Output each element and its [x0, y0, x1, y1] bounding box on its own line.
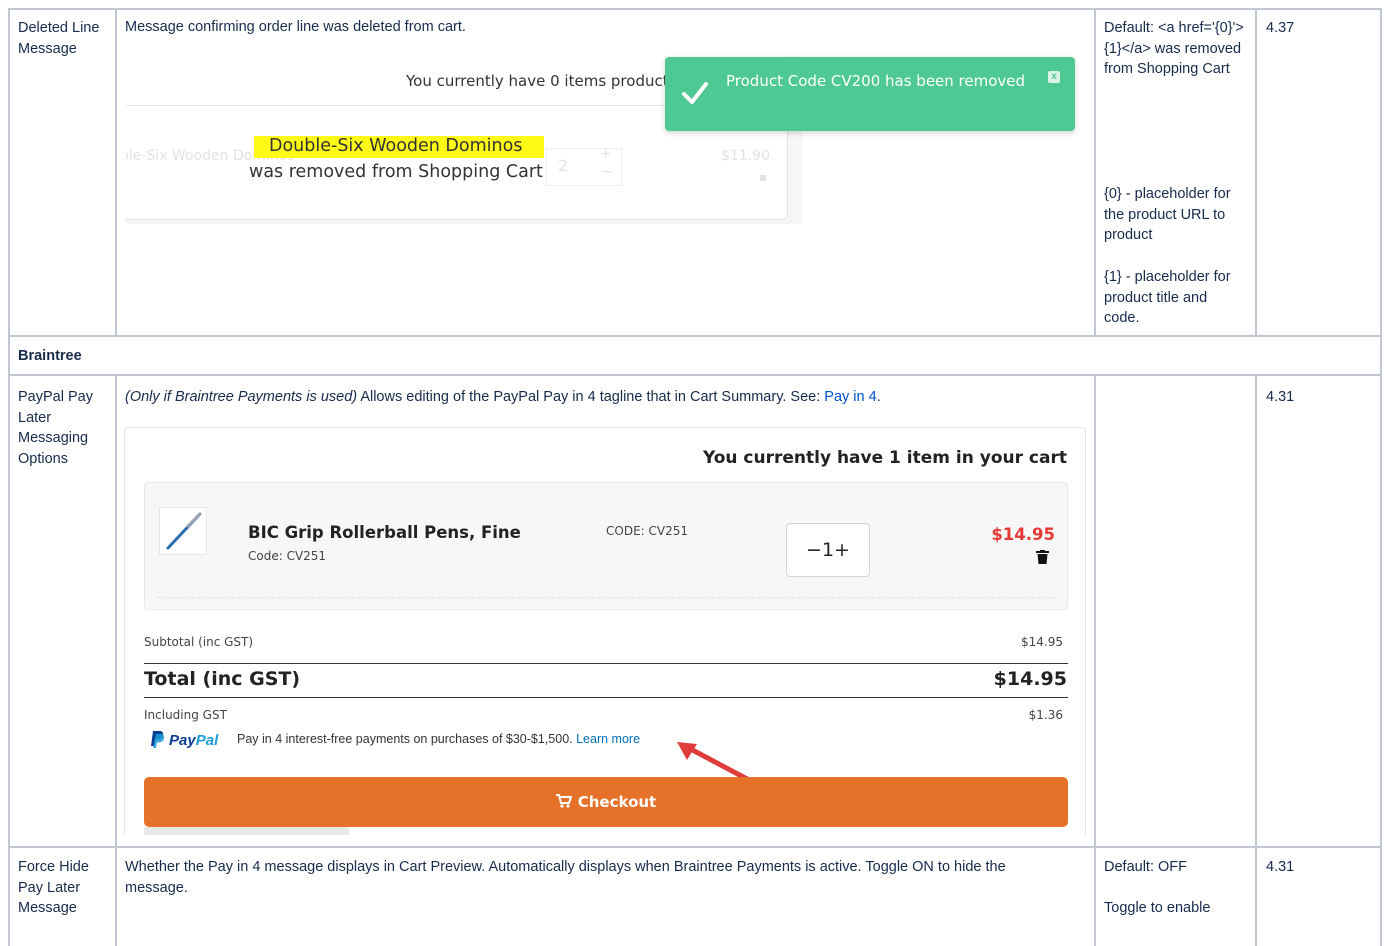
row-divider-3 — [8, 846, 1382, 848]
cart-heading: You currently have 1 item in your cart — [702, 448, 1067, 468]
product-code-column: CODE: CV251 — [606, 524, 688, 538]
col-divider-2 — [1094, 8, 1096, 336]
description-note: (Only if Braintree Payments is used) — [125, 389, 358, 405]
close-icon[interactable]: x — [1048, 71, 1060, 83]
paypal-icon — [151, 731, 165, 748]
paypal-message-text: Pay in 4 interest-free payments on purch… — [237, 732, 577, 746]
item-divider — [157, 597, 1055, 598]
col-divider-3 — [1255, 8, 1257, 336]
cart-line-item: BIC Grip Rollerball Pens, Fine Code: CV2… — [144, 482, 1068, 610]
learn-more-link[interactable]: Learn more — [576, 732, 640, 746]
row-description-force-hide: Whether the Pay in 4 message displays in… — [125, 859, 1006, 896]
paypal-wordmark: PayPal — [169, 732, 218, 749]
row-version-force-hide: 4.31 — [1266, 859, 1295, 875]
faded-price: $11.90 — [721, 148, 770, 164]
gst-value: $1.36 — [1028, 708, 1063, 722]
paypal-message: Pay in 4 interest-free payments on purch… — [237, 732, 640, 746]
product-code: Code: CV251 — [248, 549, 327, 563]
line-price: $14.95 — [991, 525, 1055, 544]
section-header-braintree: Braintree — [18, 348, 82, 364]
gst-label: Including GST — [144, 708, 227, 722]
checkout-label: Checkout — [577, 793, 657, 811]
checkmark-icon — [682, 82, 708, 104]
total-label: Total (inc GST) — [144, 668, 301, 690]
cart-icon — [555, 794, 573, 808]
row-description-deleted-line: Message confirming order line was delete… — [125, 19, 466, 35]
removed-product-name: Double-Six Wooden Dominos — [269, 136, 523, 156]
faded-plus-icon: + — [600, 146, 612, 162]
paypal-word-b: Pal — [195, 732, 219, 749]
col-divider-2b — [1094, 375, 1096, 946]
pen-icon — [166, 512, 202, 550]
row-divider-2 — [8, 374, 1382, 376]
total-value: $14.95 — [993, 668, 1067, 690]
paypal-logo: PayPal — [150, 730, 218, 749]
row-name-force-hide: Force Hide Pay Later Message — [18, 859, 89, 916]
row-divider-1 — [8, 335, 1382, 337]
total-rule-top — [144, 663, 1068, 664]
pay-in-4-link[interactable]: Pay in 4 — [824, 389, 876, 405]
row-default-force-hide: Default: OFF — [1104, 859, 1187, 875]
row-name-deleted-line: Deleted Line Message — [18, 20, 100, 57]
subtotal-value: $14.95 — [1021, 635, 1063, 649]
col-divider-3b — [1255, 375, 1257, 946]
faded-qty: 2 — [558, 156, 569, 175]
faded-minus-icon: − — [601, 164, 613, 180]
row-description-paypal: (Only if Braintree Payments is used) All… — [125, 387, 1090, 408]
product-thumbnail — [159, 507, 207, 555]
total-rule-bottom — [144, 697, 1068, 698]
row-toggle-force-hide: Toggle to enable — [1104, 900, 1211, 916]
quantity-stepper[interactable]: −1+ — [786, 523, 870, 577]
col-divider-1b — [115, 375, 117, 946]
col-divider-1 — [115, 8, 117, 336]
row-version-paypal: 4.31 — [1266, 389, 1295, 405]
subtotal-label: Subtotal (inc GST) — [144, 635, 254, 649]
description-text: Allows editing of the PayPal Pay in 4 ta… — [357, 389, 825, 405]
description-end: . — [876, 389, 881, 405]
removed-toast: Product Code CV200 has been removed x — [665, 57, 1075, 131]
row-placeholder-0: {0} - placeholder for the product URL to… — [1104, 186, 1231, 243]
row-version-deleted-line: 4.37 — [1266, 20, 1295, 36]
product-name[interactable]: BIC Grip Rollerball Pens, Fine — [248, 523, 521, 542]
row-placeholder-1: {1} - placeholder for product title and … — [1104, 269, 1231, 326]
cart-summary-screenshot: You currently have 1 item in your cart B… — [124, 427, 1086, 835]
toast-message: Product Code CV200 has been removed — [726, 72, 1026, 90]
table-border-top — [8, 8, 1382, 10]
table-border-right — [1380, 8, 1382, 946]
screenshot-cutoff-strip — [144, 827, 349, 835]
table-border-left — [8, 8, 10, 946]
removed-message: was removed from Shopping Cart — [249, 162, 543, 182]
trash-icon[interactable] — [1036, 550, 1049, 564]
checkout-button[interactable]: Checkout — [144, 777, 1068, 827]
paypal-word-a: Pay — [169, 732, 196, 749]
row-default-deleted-line: Default: <a href='{0}'>{1}</a> was remov… — [1104, 20, 1244, 77]
faded-trash-icon: ▪ — [759, 170, 768, 184]
row-name-paypal: PayPal Pay Later Messaging Options — [18, 389, 93, 467]
